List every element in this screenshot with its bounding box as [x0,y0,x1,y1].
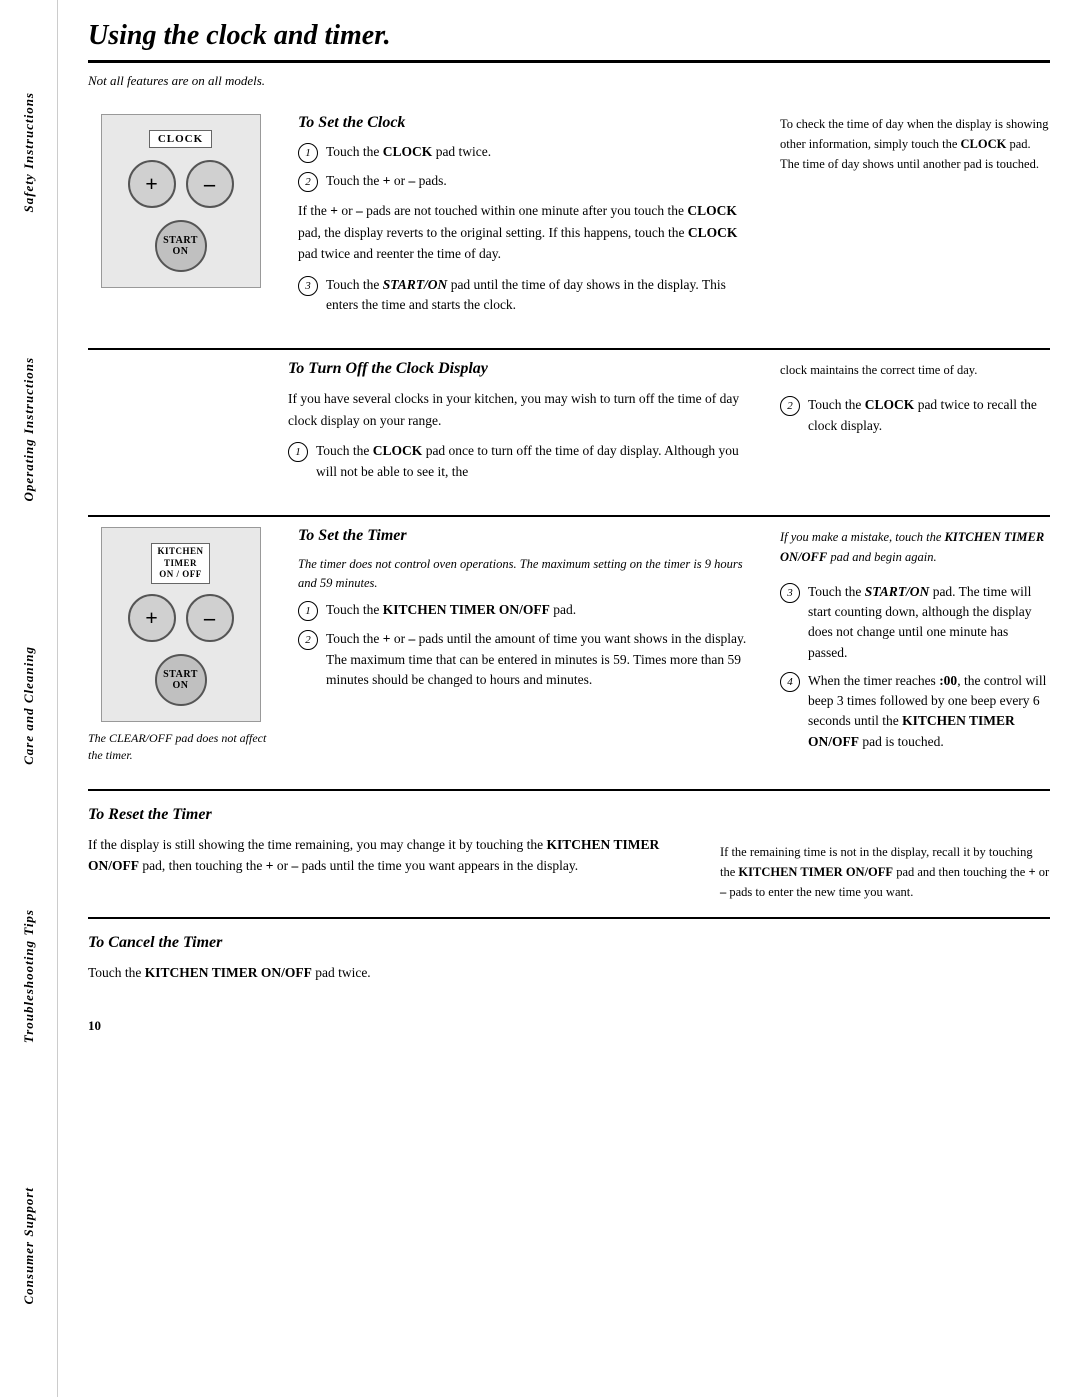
timer-step-4: 4 When the timer reaches :00, the contro… [780,671,1050,752]
turn-off-display-section: To Turn Off the Clock Display If you hav… [88,350,1050,517]
step-num-1: 1 [298,143,318,163]
timer-start-label-line1: START [163,669,198,680]
turn-off-steps: 1 Touch the CLOCK pad once to turn off t… [288,441,750,482]
turn-off-step-text-1: Touch the CLOCK pad once to turn off the… [316,441,750,482]
timer-step-num-4: 4 [780,672,800,692]
minus-button[interactable]: – [186,160,234,208]
timer-start-label-line2: ON [173,680,189,691]
timer-step-text-4: When the timer reaches :00, the control … [808,671,1050,752]
reset-timer-section: To Reset the Timer If the display is sti… [88,791,1050,919]
set-timer-steps-right: 3 Touch the START/ON pad. The time will … [780,582,1050,752]
turn-off-step2-list: 2 Touch the CLOCK pad twice to recall th… [780,395,1050,436]
clock-label: CLOCK [149,130,212,148]
start-label-line2: ON [173,246,189,257]
start-label-line1: START [163,235,198,246]
timer-plus-button[interactable]: + [128,594,176,642]
timer-step-text-3: Touch the START/ON pad. The time will st… [808,582,1050,663]
timer-plus-minus: + – [128,594,234,642]
timer-step-1: 1 Touch the KITCHEN TIMER ON/OFF pad. [298,600,750,621]
turn-off-step-2: 2 Touch the CLOCK pad twice to recall th… [780,395,1050,436]
page-title: Using the clock and timer. [88,20,1050,63]
turn-off-intro: If you have several clocks in your kitch… [288,388,750,431]
clock-control-diagram: CLOCK + – START ON [88,104,288,333]
reset-timer-header: To Reset the Timer [88,806,700,824]
reset-timer-right-text: If the remaining time is not in the disp… [720,806,1050,902]
step-num-2: 2 [298,172,318,192]
reset-timer-right: If the remaining time is not in the disp… [720,806,1050,902]
set-clock-right-note: To check the time of day when the displa… [780,114,1050,174]
clock-control-box: CLOCK + – START ON [101,114,261,288]
set-timer-section: KITCHENTIMERON / OFF + – START ON The CL… [88,517,1050,791]
clear-off-note: The CLEAR/OFF pad does not affect the ti… [88,730,273,764]
set-timer-middle: To Set the Timer The timer does not cont… [288,517,770,774]
timer-right-mistake: If you make a mistake, touch the KITCHEN… [780,527,1050,567]
turn-off-right: clock maintains the correct time of day.… [770,350,1050,500]
step-num-3: 3 [298,276,318,296]
side-label-care: Care and Cleaning [21,646,37,765]
timer-step-text-2: Touch the + or – pads until the amount o… [326,629,750,690]
timer-step-num-3: 3 [780,583,800,603]
timer-step-3: 3 Touch the START/ON pad. The time will … [780,582,1050,663]
cancel-timer-left: To Cancel the Timer Touch the KITCHEN TI… [88,934,720,994]
set-timer-right: If you make a mistake, touch the KITCHEN… [770,517,1050,774]
set-timer-steps: 1 Touch the KITCHEN TIMER ON/OFF pad. 2 … [298,600,750,690]
page-number: 10 [88,1018,1050,1034]
step-text-3: Touch the START/ON pad until the time of… [326,275,750,316]
side-label-safety: Safety Instructions [21,92,37,213]
set-timer-header: To Set the Timer [298,527,750,545]
set-clock-middle: To Set the Clock 1 Touch the CLOCK pad t… [288,104,770,333]
cancel-timer-header: To Cancel the Timer [88,934,700,952]
timer-step-2: 2 Touch the + or – pads until the amount… [298,629,750,690]
side-tab: Safety Instructions Operating Instructio… [0,0,58,1397]
timer-minus-button[interactable]: – [186,594,234,642]
timer-start-on-button[interactable]: START ON [155,654,207,706]
reset-timer-left: To Reset the Timer If the display is sti… [88,806,720,902]
kitchen-timer-label: KITCHENTIMERON / OFF [151,543,209,584]
set-clock-header: To Set the Clock [298,114,750,132]
cancel-timer-right [720,934,1050,994]
turn-off-step-num-1: 1 [288,442,308,462]
main-content: Using the clock and timer. Not all featu… [58,0,1080,1054]
set-clock-right: To check the time of day when the displa… [770,104,1050,333]
side-label-operating: Operating Instructions [21,357,37,501]
timer-step-text-1: Touch the KITCHEN TIMER ON/OFF pad. [326,600,576,620]
turn-off-step-text-2: Touch the CLOCK pad twice to recall the … [808,395,1050,436]
set-timer-italic-note: The timer does not control oven operatio… [298,555,750,593]
cancel-timer-section: To Cancel the Timer Touch the KITCHEN TI… [88,919,1050,1009]
step-text-2: Touch the + or – pads. [326,171,447,191]
plus-button[interactable]: + [128,160,176,208]
page-subtitle: Not all features are on all models. [88,73,1050,89]
timer-control-box: KITCHENTIMERON / OFF + – START ON [101,527,261,722]
timer-step-num-2: 2 [298,630,318,650]
turn-off-right-top: clock maintains the correct time of day. [780,360,1050,380]
set-clock-para: If the + or – pads are not touched withi… [298,200,750,265]
clock-plus-minus: + – [128,160,234,208]
cancel-timer-text: Touch the KITCHEN TIMER ON/OFF pad twice… [88,962,700,984]
set-clock-section: CLOCK + – START ON To Set the Clock 1 To… [88,104,1050,350]
timer-control-diagram: KITCHENTIMERON / OFF + – START ON The CL… [88,517,288,774]
turn-off-step-1: 1 Touch the CLOCK pad once to turn off t… [288,441,750,482]
set-clock-steps: 1 Touch the CLOCK pad twice. 2 Touch the… [298,142,750,192]
side-label-troubleshooting: Troubleshooting Tips [21,909,37,1043]
step-3: 3 Touch the START/ON pad until the time … [298,275,750,316]
start-on-button[interactable]: START ON [155,220,207,272]
step-2: 2 Touch the + or – pads. [298,171,750,192]
set-clock-step3: 3 Touch the START/ON pad until the time … [298,275,750,316]
timer-step-num-1: 1 [298,601,318,621]
step-1: 1 Touch the CLOCK pad twice. [298,142,750,163]
turn-off-step-num-2: 2 [780,396,800,416]
reset-timer-left-text: If the display is still showing the time… [88,834,700,877]
side-label-consumer: Consumer Support [21,1187,37,1305]
turn-off-left-empty [88,350,288,500]
step-text-1: Touch the CLOCK pad twice. [326,142,491,162]
turn-off-header: To Turn Off the Clock Display [288,360,750,378]
turn-off-middle: To Turn Off the Clock Display If you hav… [288,350,770,500]
